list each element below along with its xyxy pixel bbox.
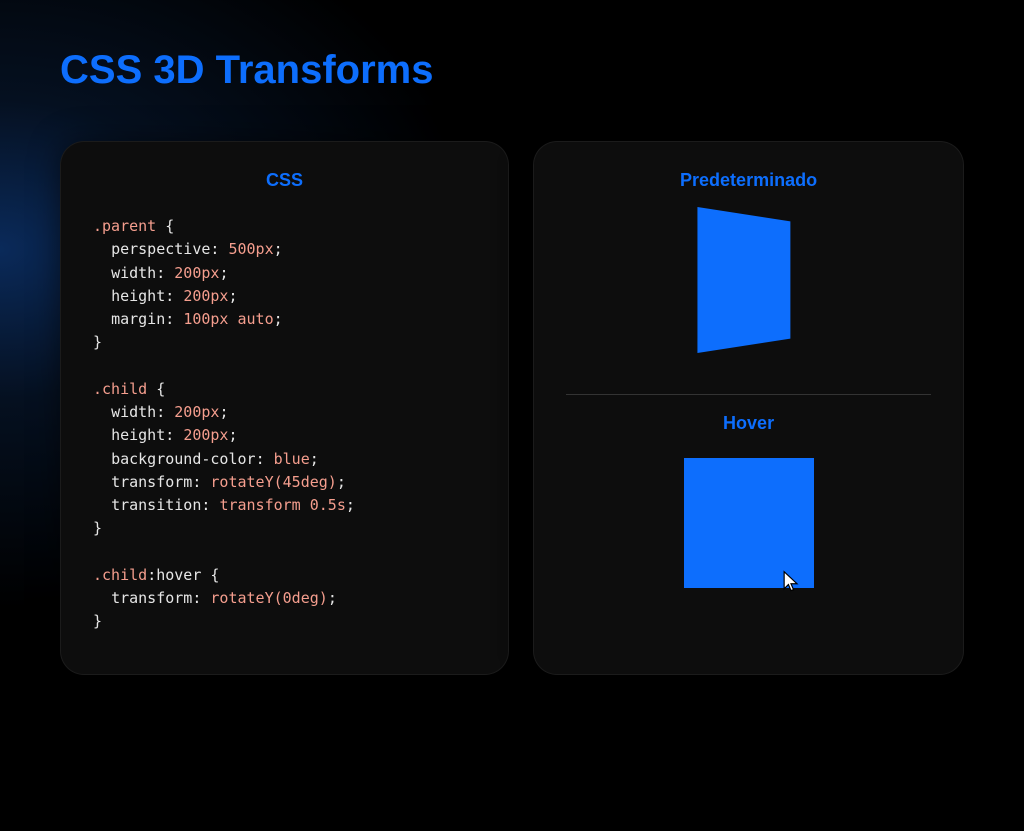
transformed-square-default[interactable] [697, 207, 790, 353]
demo-default-stage [684, 215, 814, 369]
demo-default-section: Predeterminado [566, 170, 931, 390]
demo-hover-stage [684, 458, 814, 612]
layout-columns: CSS .parent { perspective: 500px; width:… [60, 141, 964, 675]
css-code-block: .parent { perspective: 500px; width: 200… [93, 215, 476, 634]
demo-default-heading: Predeterminado [680, 170, 817, 191]
code-panel-heading: CSS [93, 170, 476, 191]
demo-hover-section: Hover [566, 394, 931, 633]
code-panel: CSS .parent { perspective: 500px; width:… [60, 141, 509, 675]
transformed-square-hover[interactable] [684, 458, 814, 588]
page-title: CSS 3D Transforms [60, 48, 964, 93]
demo-hover-heading: Hover [723, 413, 774, 434]
demo-panel: Predeterminado Hover [533, 141, 964, 675]
